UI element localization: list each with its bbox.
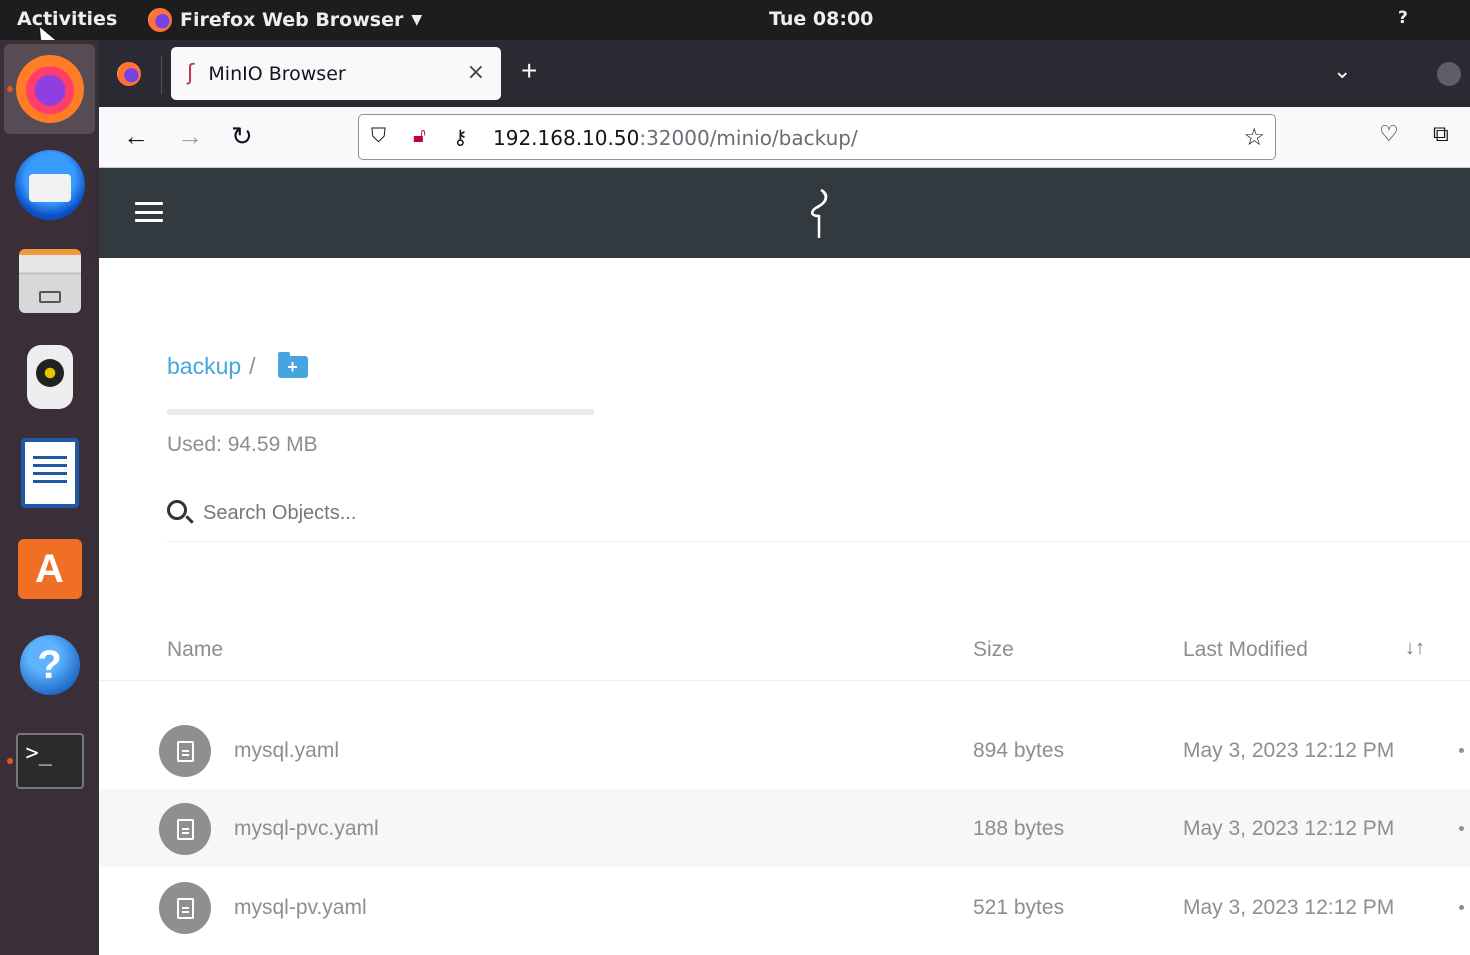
table-row[interactable]: mysql-pvc.yaml 188 bytes May 3, 2023 12:… xyxy=(99,789,1470,867)
sort-icon[interactable]: ↓↑ xyxy=(1405,637,1425,660)
dock-item-firefox[interactable] xyxy=(4,44,95,134)
usage-progress-bar xyxy=(167,409,594,415)
object-size: 521 bytes xyxy=(973,896,1065,919)
insecure-lock-icon[interactable]: 🔓︎ xyxy=(413,125,426,148)
gnome-top-bar: Activities Firefox Web Browser ▼ Tue 08:… xyxy=(0,0,1470,40)
dock-item-rhythmbox[interactable] xyxy=(4,332,95,422)
search-input[interactable] xyxy=(203,498,803,528)
writer-icon xyxy=(20,438,79,508)
tab-strip: ʃ MinIO Browser × + ⌄ xyxy=(99,40,1470,107)
reload-button[interactable]: ↻ xyxy=(231,121,253,152)
running-indicator xyxy=(7,758,13,764)
object-size: 188 bytes xyxy=(973,817,1065,840)
url-path: :32000/minio/backup/ xyxy=(639,126,858,150)
breadcrumb-separator: / xyxy=(249,353,256,379)
table-row[interactable]: mysql.yaml 894 bytes May 3, 2023 12:12 P… xyxy=(99,711,1470,789)
dock-item-thunderbird[interactable] xyxy=(4,140,95,230)
row-actions-icon[interactable] xyxy=(1459,905,1464,910)
dock: A ? >_ xyxy=(0,40,99,955)
column-header-name[interactable]: Name xyxy=(167,638,223,662)
activities-button[interactable]: Activities xyxy=(17,8,117,30)
search-icon xyxy=(167,500,187,520)
column-header-last-modified[interactable]: Last Modified xyxy=(1183,638,1308,662)
app-menu-label: Firefox Web Browser xyxy=(180,9,404,31)
used-storage-label: Used: 94.59 MB xyxy=(167,433,318,456)
dock-item-terminal[interactable]: >_ xyxy=(4,716,95,806)
chevron-down-icon: ▼ xyxy=(411,12,423,28)
url-bar[interactable]: ⛉ 🔓︎ ⚷ 192.168.10.50:32000/minio/backup/… xyxy=(358,114,1276,160)
create-folder-button[interactable]: + xyxy=(277,351,308,378)
dock-item-writer[interactable] xyxy=(4,428,95,518)
tab-title: MinIO Browser xyxy=(208,62,346,85)
object-modified: May 3, 2023 12:12 PM xyxy=(1183,817,1395,840)
thunderbird-icon xyxy=(14,150,85,220)
accessibility-icon[interactable]: ? xyxy=(1398,8,1408,28)
firefox-icon xyxy=(15,55,84,123)
terminal-icon: >_ xyxy=(15,733,84,789)
back-button[interactable]: ← xyxy=(123,121,149,152)
window-minimize-button[interactable] xyxy=(1437,62,1461,86)
row-actions-icon[interactable] xyxy=(1459,748,1464,753)
tab-minio-browser[interactable]: ʃ MinIO Browser × xyxy=(171,47,501,100)
dock-item-help[interactable]: ? xyxy=(4,620,95,710)
url-host: 192.168.10.50 xyxy=(493,126,640,150)
object-name[interactable]: mysql-pv.yaml xyxy=(234,896,367,920)
key-icon[interactable]: ⚷ xyxy=(453,125,468,150)
rhythmbox-icon xyxy=(26,345,73,409)
software-store-icon: A xyxy=(17,539,82,599)
object-name[interactable]: mysql.yaml xyxy=(234,739,339,763)
close-tab-button[interactable]: × xyxy=(467,60,485,85)
object-name[interactable]: mysql-pvc.yaml xyxy=(234,817,379,841)
divider xyxy=(161,56,162,94)
firefox-view-icon[interactable] xyxy=(117,62,141,86)
list-all-tabs-button[interactable]: ⌄ xyxy=(1333,58,1351,84)
running-indicator xyxy=(7,86,13,92)
column-header-size[interactable]: Size xyxy=(973,638,1014,662)
pocket-icon[interactable]: ♡ xyxy=(1379,121,1399,147)
dock-item-software[interactable]: A xyxy=(4,524,95,614)
object-modified: May 3, 2023 12:12 PM xyxy=(1183,896,1395,919)
search-objects xyxy=(167,494,1470,542)
minio-logo-icon xyxy=(811,188,828,238)
new-tab-button[interactable]: + xyxy=(521,55,537,87)
object-modified: May 3, 2023 12:12 PM xyxy=(1183,739,1395,762)
hamburger-menu-icon[interactable] xyxy=(135,202,163,222)
dock-item-files[interactable] xyxy=(4,236,95,326)
object-size: 894 bytes xyxy=(973,739,1065,762)
minio-header xyxy=(99,168,1470,258)
extensions-icon[interactable]: ⧉ xyxy=(1433,121,1449,147)
file-icon xyxy=(159,882,211,934)
file-icon xyxy=(159,725,211,777)
app-menu[interactable]: Firefox Web Browser ▼ xyxy=(148,8,422,32)
firefox-icon xyxy=(148,8,172,32)
object-browser-main: backup / + Used: 94.59 MB Name Size Last… xyxy=(99,258,1470,955)
table-row[interactable]: mysql-pv.yaml 521 bytes May 3, 2023 12:1… xyxy=(99,868,1470,946)
bookmark-star-icon[interactable]: ☆ xyxy=(1243,123,1265,152)
row-actions-icon[interactable] xyxy=(1459,826,1464,831)
files-icon xyxy=(18,249,81,313)
clock[interactable]: Tue 08:00 xyxy=(769,8,873,30)
tracking-shield-icon[interactable]: ⛉ xyxy=(371,125,386,148)
help-icon: ? xyxy=(19,635,80,695)
breadcrumb: backup / + xyxy=(167,351,308,380)
forward-button[interactable]: → xyxy=(177,121,203,152)
file-icon xyxy=(159,803,211,855)
minio-favicon-icon: ʃ xyxy=(187,61,195,86)
url-text[interactable]: 192.168.10.50:32000/minio/backup/ xyxy=(493,126,858,150)
breadcrumb-bucket-link[interactable]: backup xyxy=(167,353,241,380)
navigation-toolbar: ← → ↻ ⛉ 🔓︎ ⚷ 192.168.10.50:32000/minio/b… xyxy=(99,107,1470,168)
table-header: Name Size Last Modified ↓↑ xyxy=(99,618,1470,681)
